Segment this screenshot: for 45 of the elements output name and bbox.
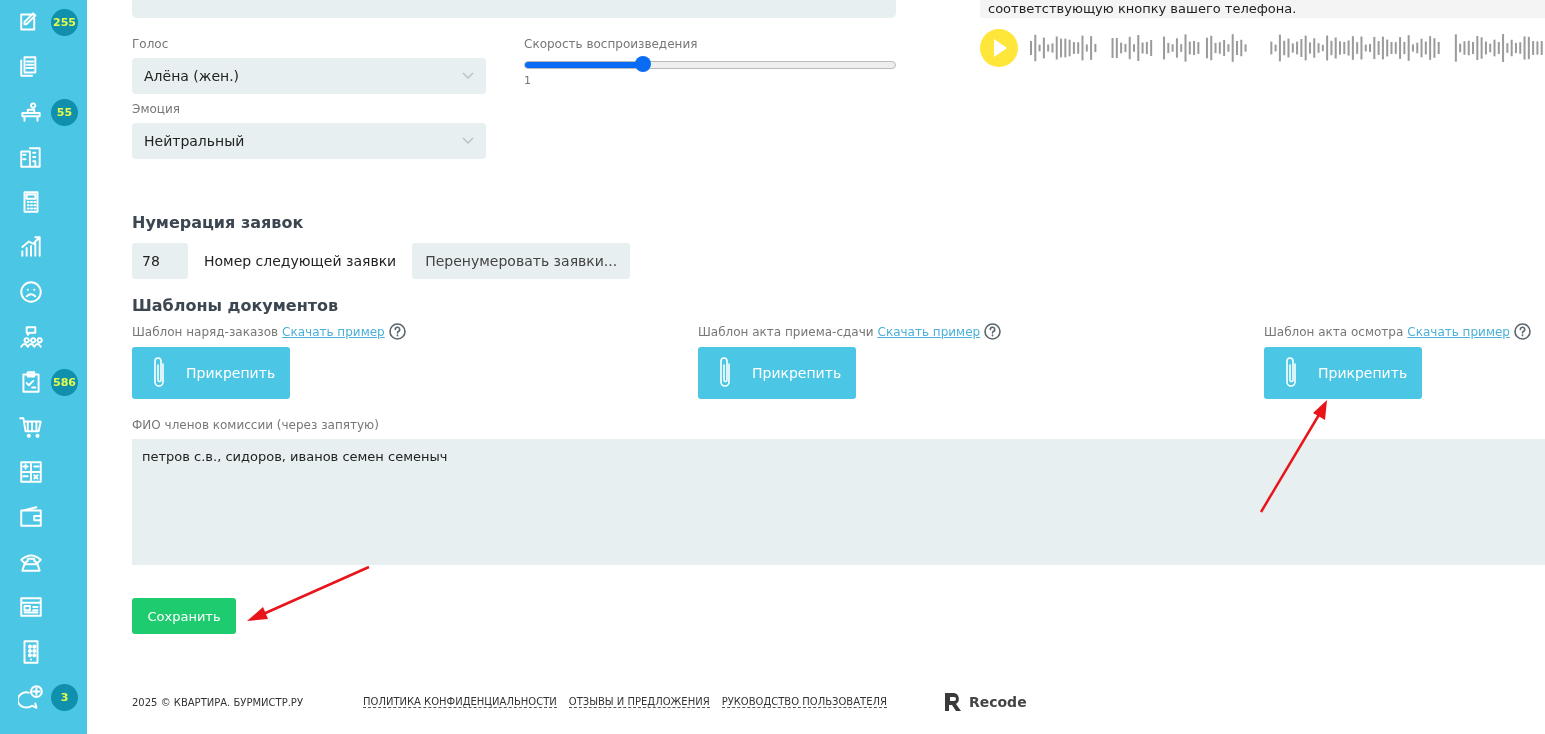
help-icon[interactable]	[388, 323, 406, 340]
people-icon[interactable]	[18, 324, 44, 350]
chevron-down-icon	[462, 72, 474, 80]
preview-text: соответствующую кнопку вашего телефона.	[988, 1, 1297, 17]
count-badge: 55	[51, 99, 78, 126]
section-heading: Шаблоны документов	[132, 296, 340, 315]
chart-icon[interactable]	[18, 234, 44, 260]
section-heading: Нумерация заявок	[132, 213, 305, 232]
desk-icon[interactable]	[18, 99, 44, 125]
count-badge: 255	[51, 9, 78, 36]
footer-link[interactable]: ОТЗЫВЫ И ПРЕДЛОЖЕНИЯ	[568, 696, 710, 708]
chat-plus-icon[interactable]	[18, 684, 44, 710]
field-label: Голос	[132, 37, 170, 51]
template-label: Шаблон наряд-заказов	[132, 324, 279, 339]
copyright-text: 2025 © КВАРТИРА. БУРМИСТР.РУ	[132, 696, 304, 708]
field-label: Скорость воспроизведения	[524, 37, 699, 51]
emotion-select[interactable]: Нейтральный	[132, 123, 486, 159]
number-field[interactable]: 78	[132, 243, 188, 279]
field-label: Номер следующей заявки	[204, 253, 397, 269]
template-label: Шаблон акта осмотра	[1264, 324, 1404, 339]
voice-select[interactable]: Алёна (жен.)	[132, 58, 486, 94]
calculator-icon[interactable]	[18, 459, 44, 485]
play-icon[interactable]	[980, 29, 1018, 67]
field-label: ФИО членов комиссии (через запятую)	[132, 418, 380, 432]
help-icon[interactable]	[984, 323, 1002, 340]
brand-logo[interactable]: Recode	[942, 691, 1027, 713]
slider-thumb[interactable]	[635, 56, 652, 72]
commission-textarea[interactable]: петров с.в., сидоров, иванов семен семеныч	[132, 439, 1545, 565]
slider-value: 1	[524, 74, 532, 87]
browser-icon[interactable]	[18, 594, 44, 620]
help-icon[interactable]	[1513, 323, 1531, 340]
template-label: Шаблон акта приема-сдачи	[698, 324, 874, 339]
count-badge: 3	[51, 684, 78, 711]
chevron-down-icon	[462, 137, 474, 145]
footer-link[interactable]: РУКОВОДСТВО ПОЛЬЗОВАТЕЛЯ	[721, 696, 887, 708]
wallet-icon[interactable]	[18, 504, 44, 530]
renumber-button[interactable]: Перенумеровать заявки...	[412, 243, 631, 279]
speed-slider[interactable]	[524, 57, 896, 73]
field-label: Эмоция	[132, 102, 181, 116]
footer-link[interactable]: ПОЛИТИКА КОНФИДЕНЦИАЛЬНОСТИ	[363, 696, 557, 708]
r-logo-icon	[942, 691, 963, 713]
count-badge: 586	[51, 369, 78, 396]
building-icon[interactable]	[18, 144, 44, 170]
sad-face-icon[interactable]	[18, 279, 44, 305]
cart-icon[interactable]	[18, 414, 44, 440]
